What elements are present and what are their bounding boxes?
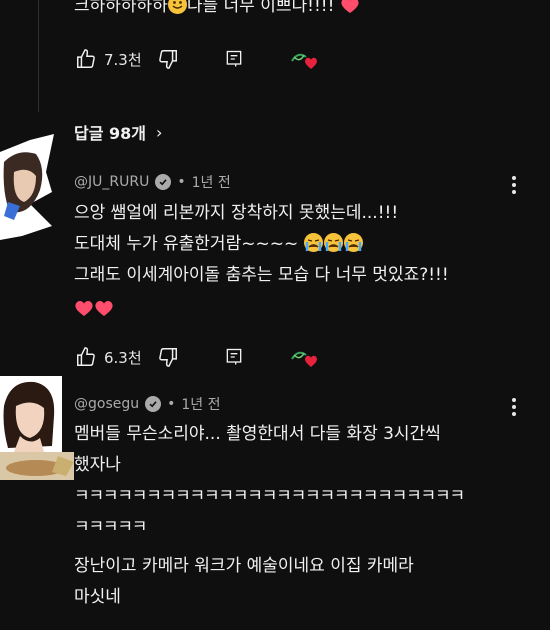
thumbs-down-icon[interactable]	[156, 47, 180, 71]
comment-text-line: 마싯네	[74, 587, 121, 607]
comment-body: 멤버들 무슨소리야... 촬영한대서 다들 화장 3시간씩 했자나 ㅋㅋㅋㅋㅋㅋ…	[74, 423, 465, 617]
thumbs-up-icon[interactable]	[74, 345, 98, 369]
comment-text-line: ㅋㅋㅋㅋㅋ	[74, 517, 147, 537]
comment-text-line	[74, 295, 449, 323]
verified-check-icon	[155, 174, 172, 190]
like-count: 6.3천	[104, 348, 142, 367]
more-vertical-icon[interactable]	[510, 176, 518, 194]
replies-count-label: 답글 98개	[74, 124, 146, 143]
comment-text-line: 그래도 이세계아이돌 춤추는 모습 다 너무 멋있죠?!!!	[74, 265, 449, 285]
heart-icon	[95, 301, 113, 316]
creator-heart-icon	[290, 47, 320, 71]
comment-timestamp: 1년 전	[191, 175, 231, 191]
comment-text: 크하하하하하	[74, 0, 168, 16]
comment-text: 다들 너무 이쁘다!!!!	[186, 0, 340, 16]
comment-meta: @JU_RURU • 1년 전	[74, 172, 231, 192]
separator-dot: •	[177, 174, 186, 190]
separator-dot: •	[167, 396, 176, 412]
comment-text: 도대체 누가 유출한거람~~~~	[74, 234, 304, 254]
top-comment-actions: 7.3천	[74, 46, 320, 72]
comment-author-handle[interactable]: @JU_RURU	[74, 174, 149, 190]
avatar[interactable]	[0, 132, 58, 240]
heart-icon	[341, 0, 359, 13]
comment-text-line: ㅋㅋㅋㅋㅋㅋㅋㅋㅋㅋㅋㅋㅋㅋㅋㅋㅋㅋㅋㅋㅋㅋㅋㅋㅋㅋㅋ	[74, 486, 465, 506]
creator-heart-icon	[290, 345, 320, 369]
reply-icon[interactable]	[222, 47, 246, 71]
crying-face-emoji-icon	[323, 233, 343, 252]
replies-toggle-button[interactable]: 답글 98개 ›	[74, 120, 162, 144]
comment-author-handle[interactable]: @gosegu	[74, 396, 139, 412]
heart-icon	[75, 301, 93, 316]
comment-text-line: 장난이고 카메라 워크가 예술이네요 이집 카메라	[74, 556, 414, 576]
comment-text-line: 도대체 누가 유출한거람~~~~	[74, 233, 449, 264]
comment-body: 으앙 쌤얼에 리본까지 장착하지 못했는데...!!! 도대체 누가 유출한거람…	[74, 202, 449, 323]
smiling-face-emoji-icon	[167, 0, 187, 14]
comment-timestamp: 1년 전	[181, 397, 221, 413]
comment-actions: 6.3천	[74, 344, 320, 370]
comment-text-line: 멤버들 무슨소리야... 촬영한대서 다들 화장 3시간씩	[74, 424, 441, 444]
more-vertical-icon[interactable]	[510, 398, 518, 416]
comment-meta: @gosegu • 1년 전	[74, 394, 221, 414]
chevron-right-icon: ›	[156, 122, 163, 142]
verified-check-icon	[145, 396, 162, 412]
crying-face-emoji-icon	[343, 233, 363, 252]
comment-text-line: 했자나	[74, 455, 121, 475]
crying-face-emoji-icon	[303, 233, 323, 252]
thread-line	[38, 0, 39, 112]
like-count: 7.3천	[104, 50, 142, 69]
avatar[interactable]	[0, 376, 74, 482]
comment-text-line: 으앙 쌤얼에 리본까지 장착하지 못했는데...!!!	[74, 203, 399, 223]
top-comment-text: 크하하하하하 다들 너무 이쁘다!!!!	[74, 0, 360, 18]
thumbs-up-icon[interactable]	[74, 47, 98, 71]
thumbs-down-icon[interactable]	[156, 345, 180, 369]
reply-icon[interactable]	[222, 345, 246, 369]
